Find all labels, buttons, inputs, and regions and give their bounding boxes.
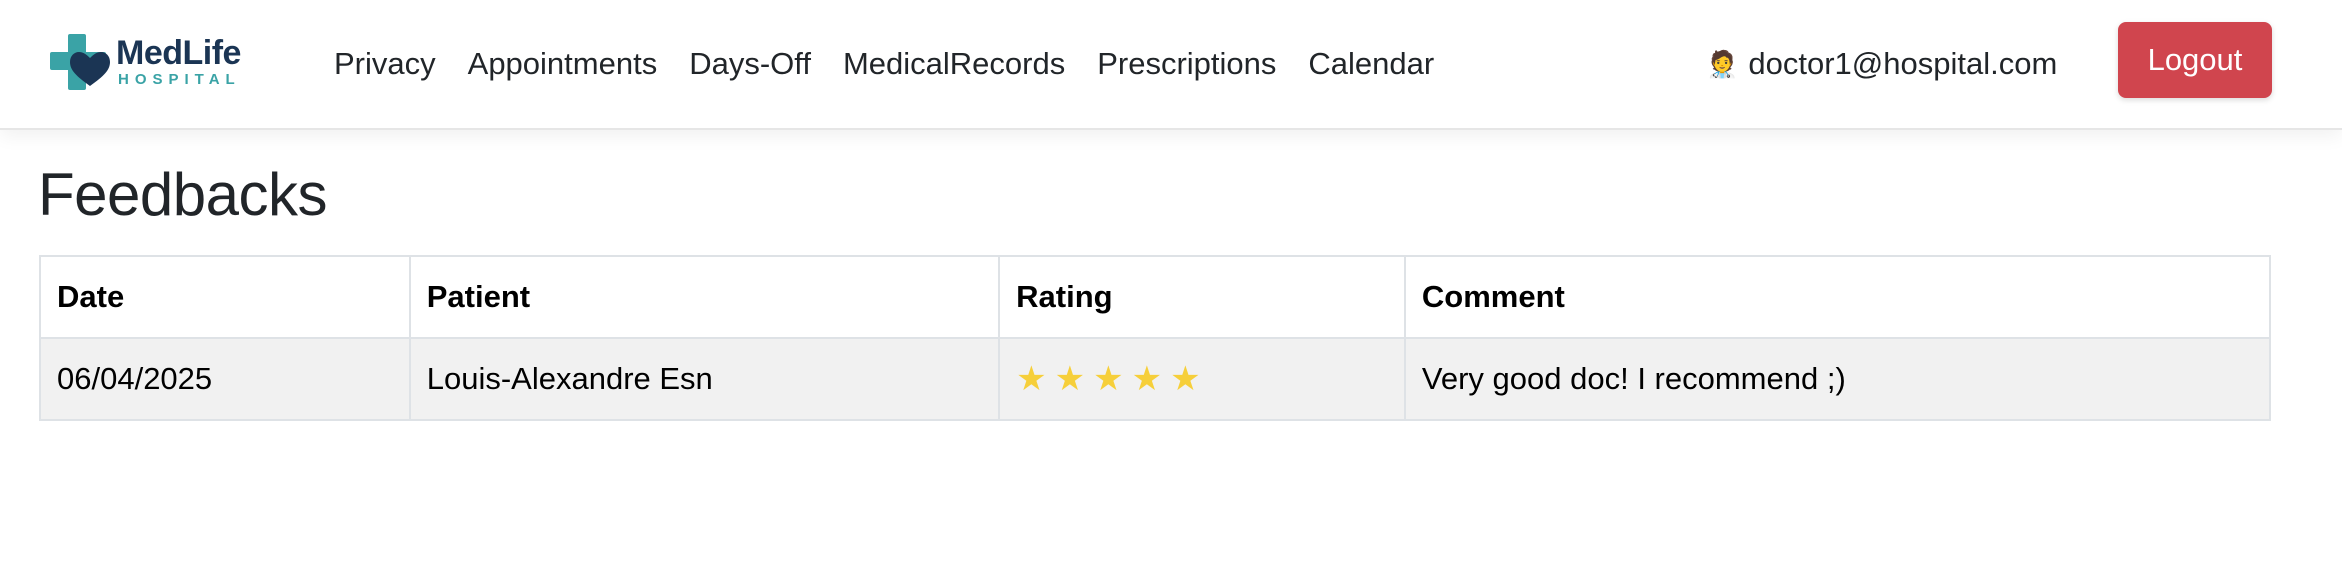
table-header-row: Date Patient Rating Comment	[39, 255, 2272, 339]
star-rating-icon: ★★★★★	[1016, 360, 1209, 398]
feedbacks-table: Date Patient Rating Comment 06/04/2025 L…	[39, 255, 2272, 421]
brand-logo[interactable]: MedLife HOSPITAL	[46, 30, 241, 94]
nav-link-calendar[interactable]: Calendar	[1292, 46, 1450, 82]
nav-link-medical-records[interactable]: MedicalRecords	[827, 46, 1081, 82]
nav-link-appointments[interactable]: Appointments	[452, 46, 674, 82]
nav-link-days-off[interactable]: Days-Off	[673, 46, 827, 82]
nav-link-prescriptions[interactable]: Prescriptions	[1081, 46, 1292, 82]
table-row: 06/04/2025 Louis-Alexandre Esn ★★★★★ Ver…	[39, 337, 2272, 421]
logout-button[interactable]: Logout	[2118, 22, 2272, 98]
user-info: 🧑‍⚕️ doctor1@hospital.com	[1706, 0, 2057, 128]
medical-cross-heart-icon	[46, 30, 112, 94]
navbar: MedLife HOSPITAL Privacy Appointments Da…	[0, 0, 2342, 130]
column-header-rating: Rating	[998, 255, 1406, 339]
column-header-comment: Comment	[1403, 255, 2272, 339]
brand-subtitle: HOSPITAL	[118, 71, 241, 88]
main-nav: Privacy Appointments Days-Off MedicalRec…	[318, 0, 1450, 128]
cell-rating: ★★★★★	[998, 337, 1406, 421]
column-header-date: Date	[39, 255, 411, 339]
cell-comment: Very good doc! I recommend ;)	[1403, 337, 2272, 421]
brand-name: MedLife	[116, 34, 241, 72]
user-email: doctor1@hospital.com	[1748, 46, 2058, 81]
page-title: Feedbacks	[38, 161, 328, 228]
doctor-icon: 🧑‍⚕️	[1706, 48, 1739, 79]
column-header-patient: Patient	[408, 255, 1001, 339]
nav-link-privacy[interactable]: Privacy	[318, 46, 452, 82]
cell-date: 06/04/2025	[39, 337, 411, 421]
cell-patient: Louis-Alexandre Esn	[408, 337, 1001, 421]
